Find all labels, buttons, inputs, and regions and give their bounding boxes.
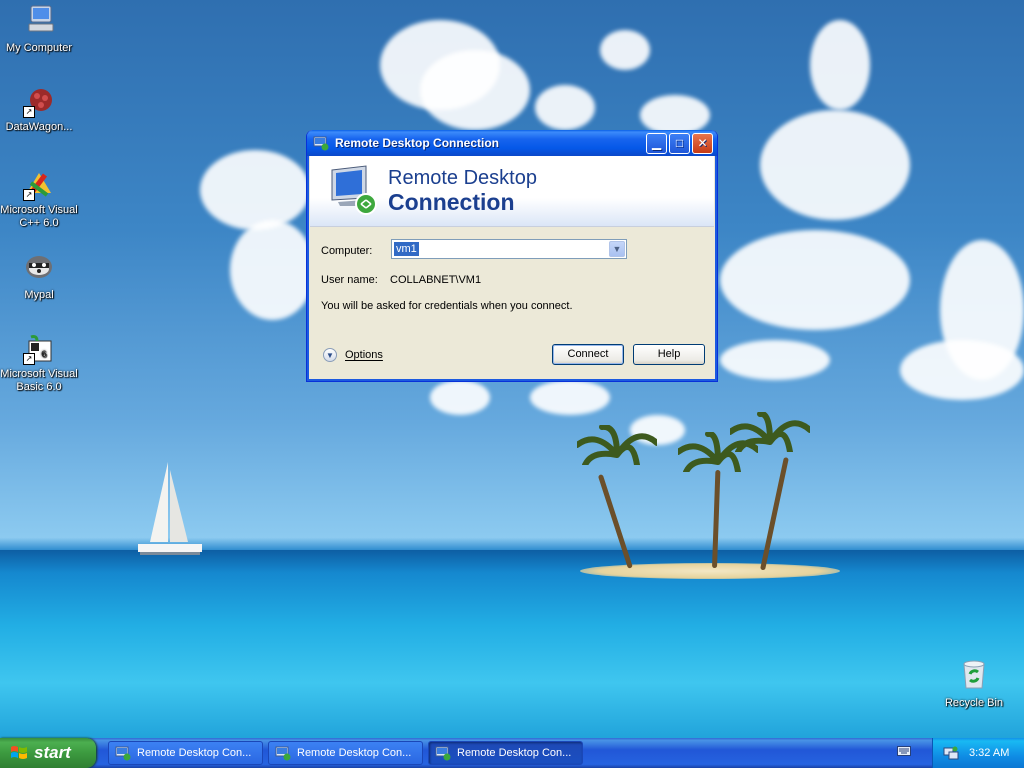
cloud bbox=[900, 340, 1024, 400]
combobox-dropdown-button[interactable]: ▼ bbox=[609, 241, 625, 257]
cloud bbox=[200, 150, 310, 230]
close-icon: ✕ bbox=[697, 136, 708, 150]
shortcut-arrow-icon: ↗ bbox=[23, 189, 35, 201]
palm-leaves-icon bbox=[730, 412, 810, 452]
taskbar-item[interactable]: Remote Desktop Con... bbox=[108, 741, 263, 765]
clock[interactable]: 3:32 AM bbox=[969, 747, 1009, 759]
my-computer-icon bbox=[28, 5, 54, 32]
desktop-icon-label: Microsoft Visual Basic 6.0 bbox=[0, 368, 78, 393]
desktop-icon-my-computer[interactable]: My Computer bbox=[0, 3, 79, 55]
cloud bbox=[720, 230, 910, 330]
palm-leaves-icon bbox=[577, 425, 657, 465]
remote-desktop-window[interactable]: Remote Desktop Connection ▁ □ ✕ Remote D… bbox=[306, 130, 718, 382]
cloud bbox=[535, 85, 595, 130]
cloud bbox=[640, 95, 710, 135]
computer-label: Computer: bbox=[321, 245, 373, 257]
taskbar-item-label: Remote Desktop Con... bbox=[297, 747, 412, 759]
taskbar-item-active[interactable]: Remote Desktop Con... bbox=[428, 741, 583, 765]
dialog-banner: Remote Desktop Connection bbox=[310, 156, 714, 227]
connect-button[interactable]: Connect bbox=[552, 344, 624, 365]
close-button[interactable]: ✕ bbox=[692, 132, 713, 154]
network-icon[interactable] bbox=[943, 745, 959, 761]
cloud bbox=[720, 340, 830, 380]
cloud bbox=[530, 380, 610, 415]
start-button[interactable]: start bbox=[0, 738, 96, 768]
sailboat-icon bbox=[138, 462, 202, 555]
taskbar: start Remote Desktop Con... Remote Deskt… bbox=[0, 738, 1024, 768]
desktop-icon-visual-basic[interactable]: 6 ↗ Microsoft Visual Basic 6.0 bbox=[0, 333, 79, 394]
maximize-icon: □ bbox=[675, 136, 684, 150]
cloud bbox=[600, 30, 650, 70]
window-title: Remote Desktop Connection bbox=[335, 136, 500, 150]
desktop-icon-label: Recycle Bin bbox=[944, 697, 1004, 709]
banner-title-line2: Connection bbox=[388, 189, 515, 215]
banner-title-line1: Remote Desktop bbox=[388, 167, 537, 189]
taskbar-item-label: Remote Desktop Con... bbox=[137, 747, 252, 759]
desktop-icon-recycle-bin[interactable]: Recycle Bin bbox=[934, 658, 1014, 710]
chevron-down-icon: ▼ bbox=[326, 350, 334, 360]
minimize-button[interactable]: ▁ bbox=[646, 132, 667, 154]
cloud bbox=[230, 220, 315, 320]
username-label: User name: bbox=[321, 274, 378, 286]
username-value: COLLABNET\VM1 bbox=[390, 274, 482, 286]
svg-text:6: 6 bbox=[41, 350, 47, 360]
sea bbox=[0, 550, 1024, 740]
remote-desktop-logo-icon bbox=[331, 165, 377, 215]
desktop-icon-label: DataWagon... bbox=[5, 121, 73, 133]
recycle-bin-icon bbox=[963, 660, 985, 689]
desktop-icon-label: My Computer bbox=[5, 42, 73, 54]
options-link[interactable]: Options bbox=[345, 349, 383, 361]
desktop-icon-visual-cpp[interactable]: ↗ Microsoft Visual C++ 6.0 bbox=[0, 169, 79, 230]
windows-flag-icon bbox=[11, 746, 27, 759]
desktop-icon-label: Mypal bbox=[24, 289, 54, 301]
shortcut-arrow-icon: ↗ bbox=[23, 353, 35, 365]
maximize-button[interactable]: □ bbox=[669, 132, 690, 154]
desktop-icon-datawagon[interactable]: ↗ DataWagon... bbox=[0, 86, 79, 134]
desktop-icon-mypal[interactable]: Mypal bbox=[0, 250, 79, 302]
cloud bbox=[810, 20, 870, 110]
desktop: My Computer ↗ DataWagon... ↗ Microsoft V… bbox=[0, 0, 1024, 768]
credentials-note: You will be asked for credentials when y… bbox=[321, 300, 573, 312]
computer-value[interactable]: vm1 bbox=[394, 242, 419, 256]
keyboard-icon[interactable] bbox=[897, 746, 911, 756]
minimize-icon: ▁ bbox=[651, 136, 662, 150]
options-expand-button[interactable]: ▼ bbox=[323, 348, 337, 362]
desktop-icon-label: Microsoft Visual C++ 6.0 bbox=[0, 204, 78, 229]
window-titlebar[interactable]: Remote Desktop Connection ▁ □ ✕ bbox=[307, 130, 717, 156]
taskbar-item[interactable]: Remote Desktop Con... bbox=[268, 741, 423, 765]
help-button[interactable]: Help bbox=[633, 344, 705, 365]
taskbar-item-label: Remote Desktop Con... bbox=[457, 747, 572, 759]
remote-desktop-icon bbox=[313, 136, 329, 151]
computer-combobox[interactable]: vm1 ▼ bbox=[391, 239, 627, 259]
cloud bbox=[430, 380, 490, 415]
cloud bbox=[760, 110, 910, 220]
mypal-icon bbox=[26, 256, 52, 278]
remote-desktop-icon bbox=[275, 746, 291, 761]
island bbox=[580, 563, 840, 579]
start-label: start bbox=[34, 743, 71, 762]
system-tray: 3:32 AM bbox=[932, 738, 1024, 768]
remote-desktop-icon bbox=[435, 746, 451, 761]
cloud bbox=[420, 50, 530, 130]
remote-desktop-icon bbox=[115, 746, 131, 761]
chevron-down-icon: ▼ bbox=[612, 244, 622, 254]
shortcut-arrow-icon: ↗ bbox=[23, 106, 35, 118]
